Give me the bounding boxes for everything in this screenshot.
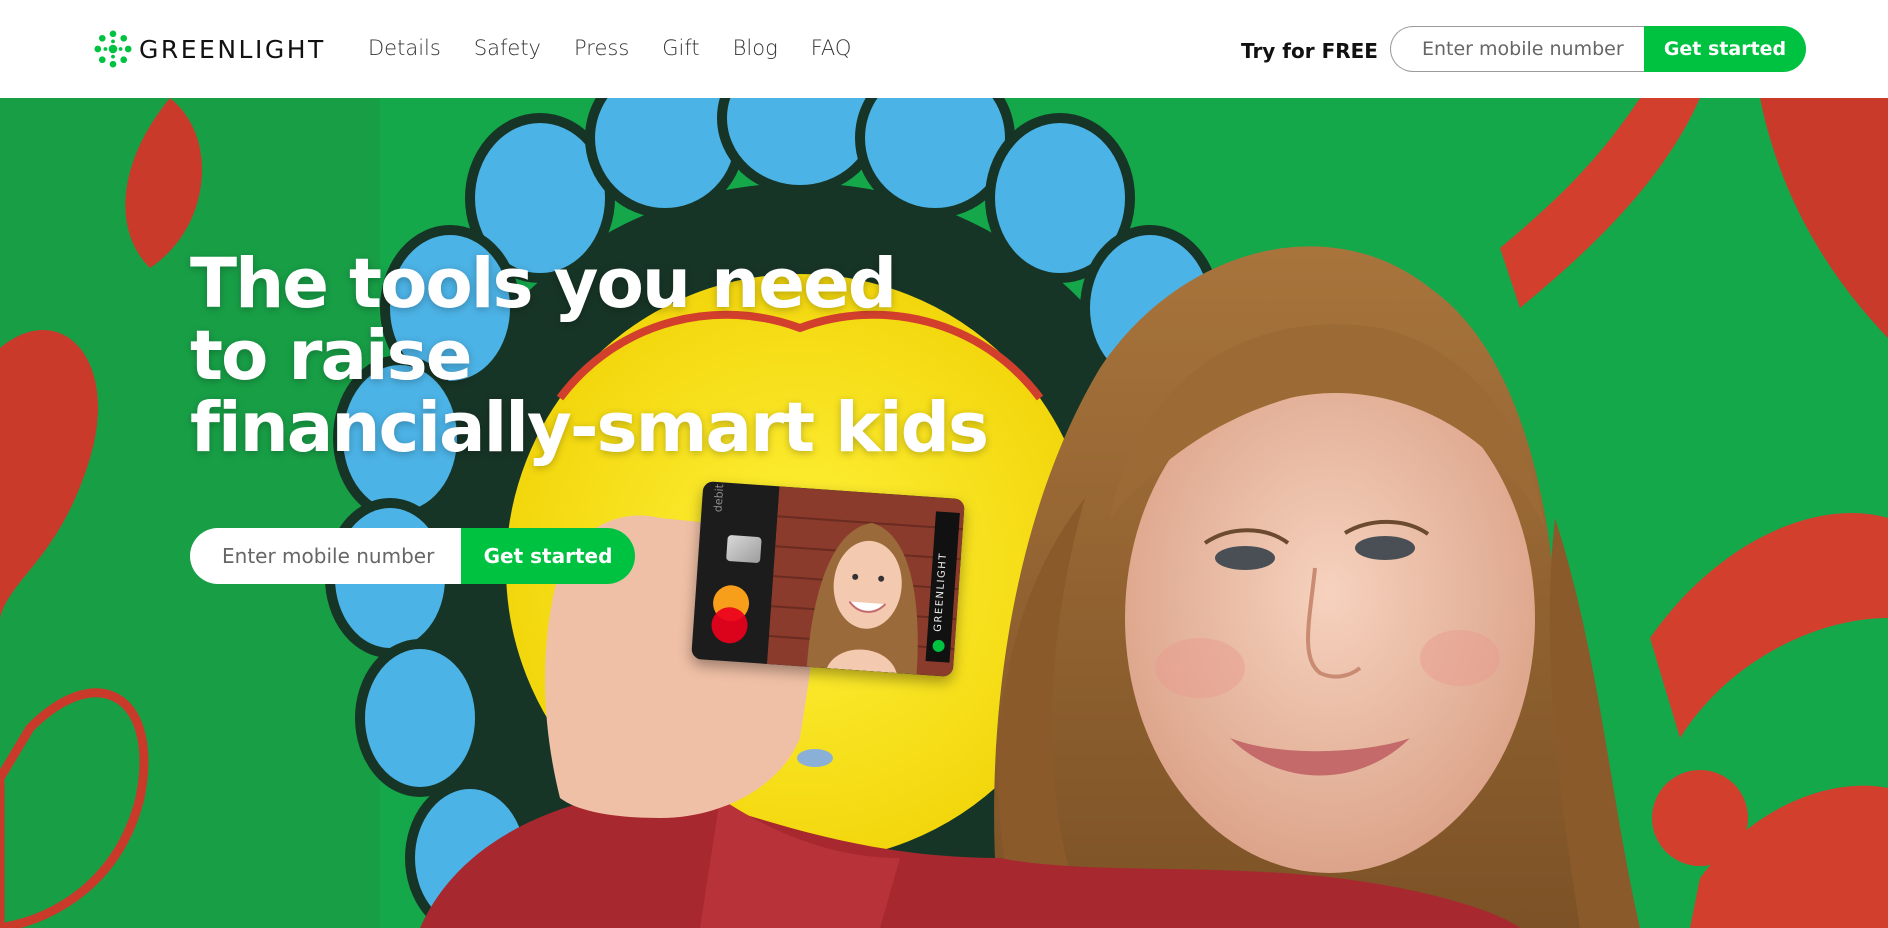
hero-section: The tools you need to raise financially-…	[0, 98, 1888, 928]
brand-name: GREENLIGHT	[139, 34, 326, 64]
site-header: GREENLIGHT Details Safety Press Gift Blo…	[0, 0, 1888, 98]
brand-logo-link[interactable]: GREENLIGHT	[94, 30, 326, 68]
hero-signup-form: Get started	[190, 528, 635, 584]
mastercard-icon	[711, 585, 750, 644]
card-brand-label: GREENLIGHT	[932, 551, 950, 633]
nav-link-gift[interactable]: Gift	[662, 36, 699, 60]
hero-headline-line: The tools you need	[190, 244, 897, 324]
card-type-label: debit	[711, 483, 727, 513]
nav-link-blog[interactable]: Blog	[733, 36, 778, 60]
try-free-link[interactable]: Try for FREE	[1241, 39, 1378, 63]
nav-link-safety[interactable]: Safety	[474, 36, 541, 60]
header-signup-form: Get started	[1390, 26, 1806, 72]
header-get-started-button[interactable]: Get started	[1644, 26, 1806, 72]
nav-link-faq[interactable]: FAQ	[811, 36, 852, 60]
card-logo-icon	[932, 639, 946, 653]
nav-link-details[interactable]: Details	[368, 36, 441, 60]
main-nav: Details Safety Press Gift Blog FAQ	[368, 36, 884, 60]
hero-headline-line: financially-smart kids	[190, 388, 989, 468]
hero-headline: The tools you need to raise financially-…	[190, 248, 1090, 464]
greenlight-logo-icon	[94, 30, 132, 68]
hero-mobile-input[interactable]	[190, 528, 461, 584]
header-mobile-input[interactable]	[1390, 26, 1644, 72]
card-chip-icon	[726, 534, 762, 564]
debit-card: debit GREENLIGHT	[691, 481, 965, 677]
nav-link-press[interactable]: Press	[574, 36, 629, 60]
hero-get-started-button[interactable]: Get started	[461, 528, 635, 584]
hero-headline-line: to raise	[190, 316, 473, 396]
